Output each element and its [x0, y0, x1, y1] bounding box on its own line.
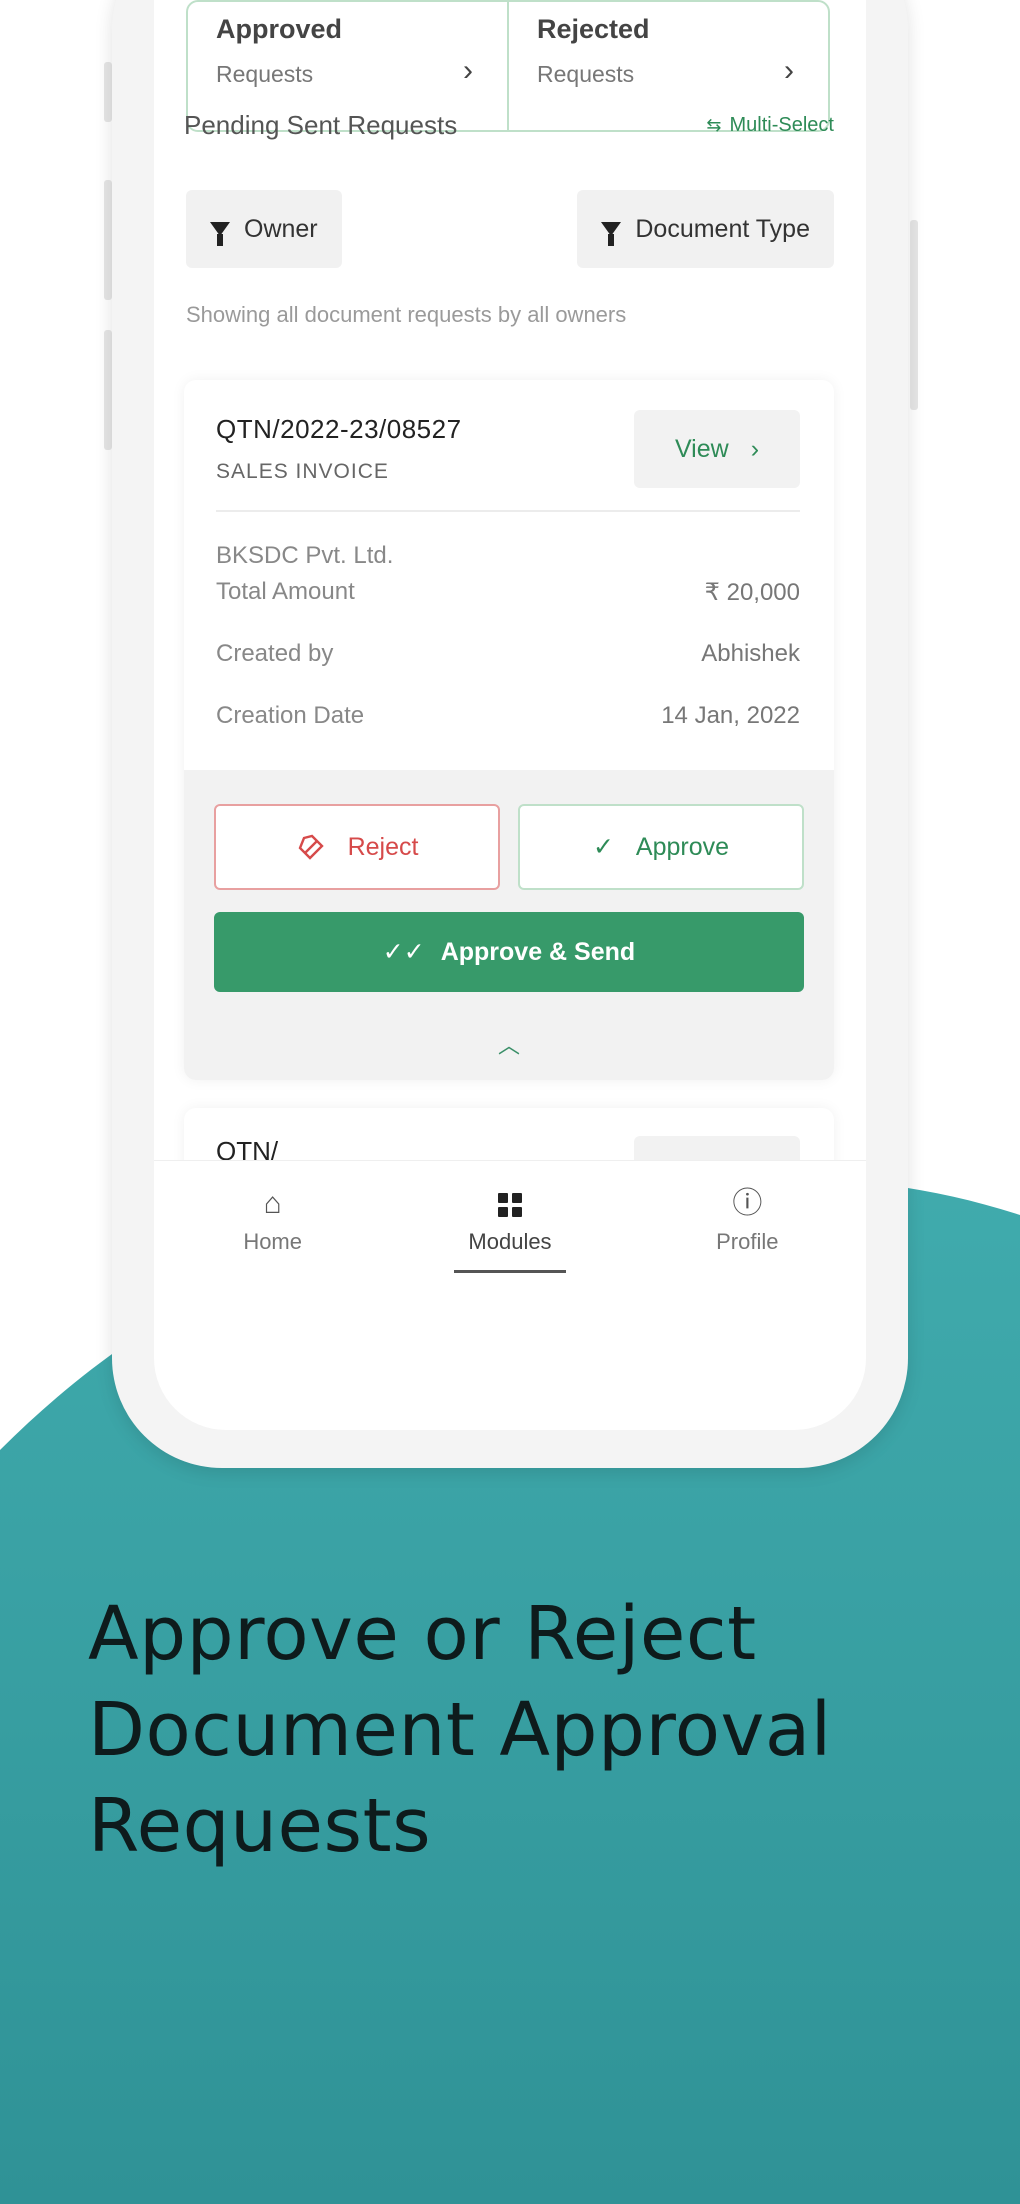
- chevron-up-icon[interactable]: ︿: [184, 1028, 834, 1060]
- document-type: SALES INVOICE: [216, 460, 389, 483]
- owner-filter-label: Owner: [244, 214, 318, 243]
- phone-side-button: [910, 220, 918, 410]
- reject-label: Reject: [347, 832, 419, 861]
- multi-select-icon: ⇆: [706, 115, 722, 135]
- field-value: 14 Jan, 2022: [661, 702, 800, 729]
- promo-headline: Approve or Reject Document Approval Requ…: [88, 1586, 968, 1874]
- section-title: Pending Sent Requests: [184, 110, 458, 140]
- document-type-filter-button[interactable]: Document Type: [577, 190, 834, 268]
- status-title: Rejected: [537, 14, 650, 44]
- nav-label: Profile: [716, 1229, 779, 1254]
- bottom-nav: ⌂ Home Modules ⓘ Profile: [154, 1160, 866, 1300]
- filter-icon: [210, 222, 230, 246]
- phone-side-button: [104, 62, 112, 122]
- chevron-right-icon: ›: [463, 54, 473, 87]
- document-type-filter-label: Document Type: [635, 214, 810, 243]
- field-value: ₹ 20,000: [704, 579, 800, 606]
- phone-side-button: [104, 330, 112, 450]
- field-label: Total Amount: [216, 578, 355, 605]
- app-screen: Approved Requests › Rejected Requests › …: [154, 0, 866, 1430]
- chevron-right-icon: ›: [750, 434, 760, 463]
- nav-home[interactable]: ⌂ Home: [193, 1187, 353, 1255]
- status-title: Approved: [216, 14, 343, 44]
- creation-date-row: Creation Date 14 Jan, 2022: [216, 702, 800, 730]
- action-panel: Reject ✓ Approve ✓✓ Approve & Send ︿: [184, 770, 834, 1080]
- approve-send-label: Approve & Send: [440, 937, 636, 966]
- modules-grid-icon: [497, 1187, 522, 1221]
- double-check-icon: ✓✓: [382, 938, 425, 966]
- filter-row: Owner Document Type: [186, 190, 834, 268]
- reject-button[interactable]: Reject: [214, 804, 500, 890]
- phone-frame: Approved Requests › Rejected Requests › …: [112, 0, 908, 1468]
- owner-filter-button[interactable]: Owner: [186, 190, 342, 268]
- company-name: BKSDC Pvt. Ltd.: [216, 542, 394, 569]
- created-by-row: Created by Abhishek: [216, 640, 800, 668]
- nav-modules[interactable]: Modules: [430, 1187, 590, 1273]
- headline-line: Requests: [88, 1783, 432, 1869]
- filter-hint: Showing all document requests by all own…: [186, 302, 627, 327]
- total-amount-row: Total Amount ₹ 20,000: [216, 578, 800, 607]
- nav-profile[interactable]: ⓘ Profile: [667, 1187, 827, 1255]
- view-label: View: [674, 434, 729, 463]
- section-header: Pending Sent Requests ⇆ Multi-Select: [184, 110, 834, 141]
- reject-icon: [298, 834, 324, 860]
- headline-line: Approve or Reject: [88, 1591, 757, 1677]
- status-subtitle: Requests: [216, 61, 314, 87]
- field-label: Creation Date: [216, 702, 365, 729]
- multi-select-button[interactable]: ⇆ Multi-Select: [706, 114, 834, 137]
- field-value: Abhishek: [701, 640, 800, 667]
- approve-and-send-button[interactable]: ✓✓ Approve & Send: [214, 912, 804, 992]
- home-icon: ⌂: [263, 1187, 282, 1220]
- document-number: QTN/2022-23/08527: [216, 414, 462, 444]
- request-card: QTN/2022-23/08527 SALES INVOICE View › B…: [184, 380, 834, 1080]
- approve-label: Approve: [635, 832, 730, 861]
- field-label: Created by: [216, 640, 334, 667]
- phone-side-button: [104, 180, 112, 300]
- check-icon: ✓: [592, 833, 614, 861]
- multi-select-label: Multi-Select: [729, 114, 834, 136]
- headline-line: Document Approval: [88, 1687, 832, 1773]
- approve-button[interactable]: ✓ Approve: [518, 804, 804, 890]
- view-button[interactable]: View ›: [634, 410, 800, 488]
- nav-label: Modules: [468, 1229, 552, 1254]
- status-subtitle: Requests: [537, 61, 635, 87]
- nav-label: Home: [243, 1229, 302, 1254]
- profile-icon: ⓘ: [732, 1187, 763, 1220]
- chevron-right-icon: ›: [784, 54, 794, 87]
- filter-icon: [601, 222, 622, 246]
- divider: [216, 510, 800, 512]
